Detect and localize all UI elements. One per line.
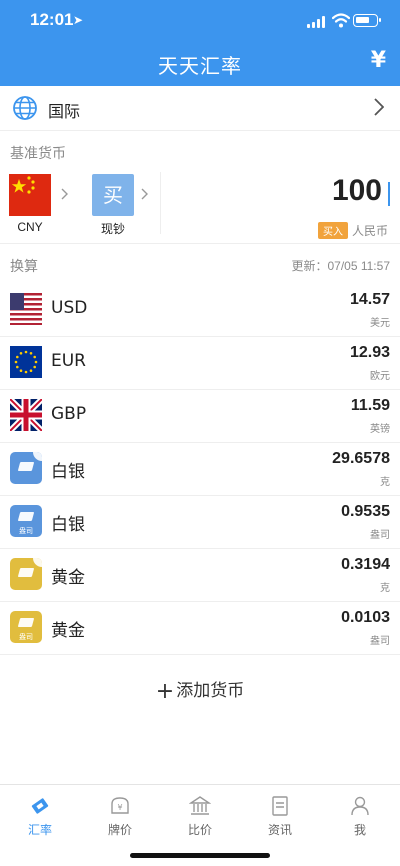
buy-badge: 买入 <box>318 222 348 239</box>
status-bar: 12:01 ➤ <box>0 10 400 34</box>
currency-unit: 美元 <box>370 318 390 329</box>
region-label: 国际 <box>48 102 81 121</box>
tab-bar: 汇率 ¥ 牌价 比价 资讯 我 <box>0 784 400 866</box>
add-currency-button[interactable]: + 添加货币 <box>0 676 400 704</box>
gold-bar-icon <box>10 558 42 590</box>
bank-icon <box>189 796 211 815</box>
home-indicator <box>130 853 270 858</box>
tab-exchange-rate[interactable]: 汇率 <box>0 795 80 838</box>
battery-icon <box>353 14 381 27</box>
tab-label: 资讯 <box>267 823 292 837</box>
uk-flag-icon <box>10 399 42 431</box>
currency-symbol-button[interactable]: ¥ <box>371 48 386 73</box>
base-currency-label: 基准货币 <box>10 146 66 162</box>
exchange-rate-icon <box>31 798 49 814</box>
tab-label: 牌价 <box>107 823 132 837</box>
currency-row-silver-ounce[interactable]: 盎司 白银 0.9535 盎司 <box>0 496 400 549</box>
currency-name: USD <box>51 298 88 318</box>
currency-row-gbp[interactable]: GBP 11.59 英镑 <box>0 390 400 443</box>
tab-label: 比价 <box>187 823 212 837</box>
svg-text:¥: ¥ <box>117 803 122 812</box>
currency-unit: 盎司 <box>370 636 390 647</box>
currency-value: 12.93 <box>349 344 390 361</box>
divider <box>160 172 161 234</box>
eu-flag-icon <box>10 346 42 378</box>
currency-name: 白银 <box>51 462 85 482</box>
currency-unit: 英镑 <box>370 424 390 435</box>
currency-unit: 盎司 <box>370 530 390 541</box>
currency-name: 黄金 <box>51 568 85 588</box>
region-selector[interactable]: 国际 <box>0 86 400 131</box>
gold-bar-ounce-icon: 盎司 <box>10 611 42 643</box>
china-flag-icon[interactable] <box>9 174 51 216</box>
silver-bar-icon <box>10 452 42 484</box>
currency-unit: 克 <box>380 583 390 594</box>
silver-bar-ounce-icon: 盎司 <box>10 505 42 537</box>
convert-label: 换算 <box>10 259 38 275</box>
currency-row-usd[interactable]: USD 14.57 美元 <box>0 284 400 337</box>
app-screen: 12:01 ➤ 天天汇率 ¥ 国际 基准货币 CNY 买 现钞 100 买入 人… <box>0 0 400 866</box>
plus-icon: + <box>155 679 175 704</box>
cash-type-label: 现钞 <box>100 222 125 236</box>
cellular-signal-icon <box>307 15 327 28</box>
add-currency-label: 添加货币 <box>176 681 245 701</box>
base-currency-code: CNY <box>17 220 43 234</box>
currency-row-gold-ounce[interactable]: 盎司 黄金 0.0103 盎司 <box>0 602 400 655</box>
page-title: 天天汇率 <box>158 54 242 78</box>
globe-icon <box>13 96 37 120</box>
currency-value: 29.6578 <box>332 450 390 467</box>
status-time: 12:01 <box>30 10 74 29</box>
buy-type-tile[interactable]: 买 <box>92 174 134 216</box>
currency-value: 0.0103 <box>341 609 390 626</box>
currency-value: 0.9535 <box>341 503 390 520</box>
currency-row-eur[interactable]: EUR 12.93 欧元 <box>0 337 400 390</box>
currency-unit: 克 <box>380 477 390 488</box>
currency-row-silver-gram[interactable]: 白银 29.6578 克 <box>0 443 400 496</box>
tab-label: 汇率 <box>27 823 52 837</box>
currency-name: GBP <box>51 404 87 424</box>
price-board-icon: ¥ <box>111 797 129 814</box>
currency-row-gold-gram[interactable]: 黄金 0.3194 克 <box>0 549 400 602</box>
news-icon <box>272 796 288 816</box>
currency-value: 14.57 <box>349 291 390 308</box>
currency-value: 11.59 <box>350 397 390 414</box>
person-icon <box>351 796 369 816</box>
tab-price-board[interactable]: ¥ 牌价 <box>80 795 160 838</box>
updated-timestamp: 更新：07/05 11:57 <box>291 259 390 273</box>
chevron-right-icon <box>374 98 384 116</box>
base-amount-input[interactable]: 100 <box>332 174 382 208</box>
text-cursor <box>388 182 390 206</box>
base-currency-row: CNY 买 现钞 100 买入 人民币 <box>0 166 400 244</box>
tab-me[interactable]: 我 <box>320 795 400 838</box>
location-arrow-icon: ➤ <box>73 13 84 27</box>
app-header: 12:01 ➤ 天天汇率 ¥ <box>0 0 400 86</box>
chevron-right-icon[interactable] <box>61 188 68 200</box>
us-flag-icon <box>10 293 42 325</box>
chevron-right-icon[interactable] <box>141 188 148 200</box>
icon-unit-label: 盎司 <box>19 527 33 535</box>
convert-header: 换算 更新：07/05 11:57 <box>0 244 400 286</box>
tab-news[interactable]: 资讯 <box>240 795 320 838</box>
wifi-icon <box>332 13 350 28</box>
currency-name: 白银 <box>51 515 85 535</box>
tab-label: 我 <box>353 823 366 837</box>
currency-list: USD 14.57 美元 EUR 12.93 欧元 GBP 11.59 英镑 白… <box>0 284 400 655</box>
icon-unit-label: 盎司 <box>19 633 33 641</box>
currency-value: 0.3194 <box>341 556 390 573</box>
currency-unit: 欧元 <box>370 371 390 382</box>
currency-name: 黄金 <box>51 621 85 641</box>
currency-name: EUR <box>51 351 86 371</box>
tab-compare[interactable]: 比价 <box>160 795 240 838</box>
base-currency-name: 人民币 <box>351 224 388 238</box>
